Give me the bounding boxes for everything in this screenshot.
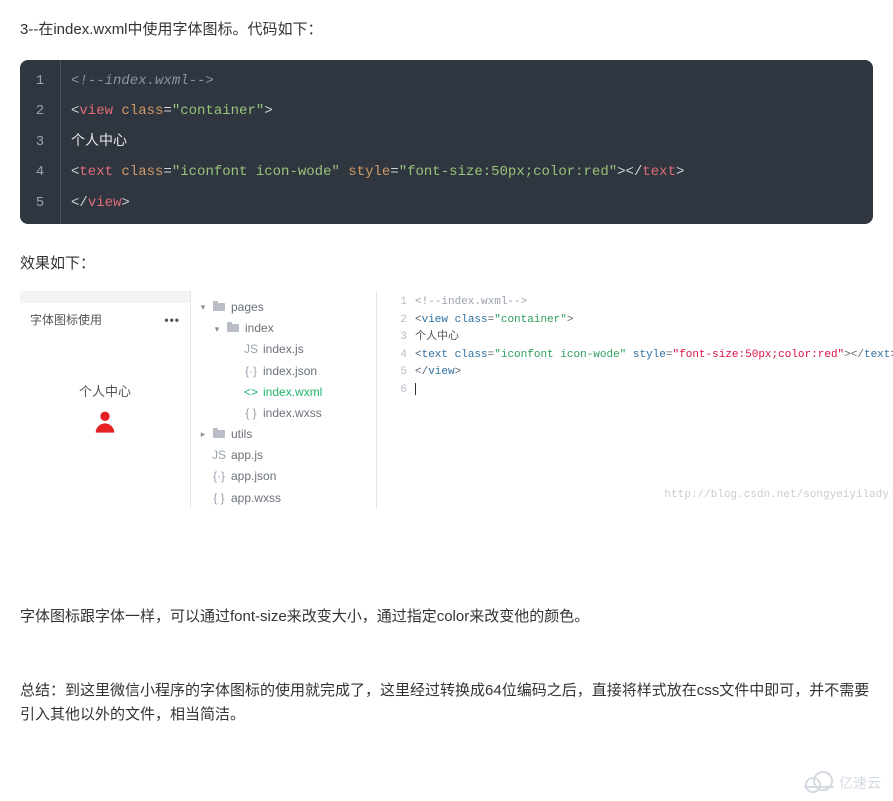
wxml-icon: <> bbox=[244, 383, 258, 402]
wxss-icon: { } bbox=[244, 404, 258, 423]
tree-item-app-json[interactable]: {·} app.json bbox=[191, 466, 376, 487]
editor-line-number: 6 bbox=[377, 382, 415, 400]
editor-line-number: 3 bbox=[377, 329, 415, 347]
caret-down-icon: ▾ bbox=[199, 300, 207, 314]
tree-item-index-wxss[interactable]: { } index.wxss bbox=[191, 403, 376, 424]
tree-item-utils[interactable]: ▸ utils bbox=[191, 424, 376, 445]
tree-item-index-js[interactable]: JS index.js bbox=[191, 339, 376, 360]
watermark-text: http://blog.csdn.net/songyeiyilady bbox=[665, 487, 889, 505]
phone-title: 字体图标使用 bbox=[30, 311, 102, 330]
js-icon: JS bbox=[212, 446, 226, 465]
code-editor-pane: 1<!--index.wxml-->2<view class="containe… bbox=[377, 291, 893, 509]
phone-body: 个人中心 bbox=[20, 336, 190, 435]
tree-item-app-wxss[interactable]: { } app.wxss bbox=[191, 488, 376, 509]
line-number: 1 bbox=[20, 60, 61, 96]
person-icon bbox=[20, 407, 190, 435]
folder-icon bbox=[212, 298, 226, 317]
folder-icon bbox=[226, 319, 240, 338]
line-number: 3 bbox=[20, 127, 61, 157]
tree-item-label: index bbox=[245, 319, 274, 338]
screenshot-container: 字体图标使用 ••• 个人中心 ▾ pages ▾ index JS index.js {·… bbox=[20, 291, 873, 509]
tree-item-label: index.wxml bbox=[263, 383, 322, 402]
folder-icon bbox=[212, 425, 226, 444]
editor-line-number: 2 bbox=[377, 312, 415, 330]
json-icon: {·} bbox=[244, 362, 258, 381]
more-icon[interactable]: ••• bbox=[164, 311, 180, 330]
cursor-icon bbox=[415, 383, 416, 395]
phone-preview-pane: 字体图标使用 ••• 个人中心 bbox=[20, 291, 190, 509]
tree-item-pages[interactable]: ▾ pages bbox=[191, 297, 376, 318]
editor-line[interactable]: <text class="iconfont icon-wode" style="… bbox=[415, 347, 893, 365]
tree-item-label: index.js bbox=[263, 340, 304, 359]
paragraph-1: 字体图标跟字体一样，可以通过font-size来改变大小，通过指定color来改… bbox=[20, 605, 873, 629]
tree-item-label: index.json bbox=[263, 362, 317, 381]
wxss-icon: { } bbox=[212, 489, 226, 508]
phone-frame: 字体图标使用 ••• 个人中心 bbox=[20, 303, 190, 509]
line-number: 5 bbox=[20, 188, 61, 224]
editor-line-number: 4 bbox=[377, 347, 415, 365]
line-number: 4 bbox=[20, 157, 61, 187]
tree-item-label: app.json bbox=[231, 467, 276, 486]
editor-line[interactable]: <!--index.wxml--> bbox=[415, 294, 527, 312]
code-line: <!--index.wxml--> bbox=[61, 60, 224, 96]
editor-line-number: 1 bbox=[377, 294, 415, 312]
editor-line[interactable]: 个人中心 bbox=[415, 329, 459, 347]
tree-item-app-js[interactable]: JS app.js bbox=[191, 445, 376, 466]
intro-text: 3--在index.wxml中使用字体图标。代码如下： bbox=[20, 18, 873, 42]
tree-item-label: utils bbox=[231, 425, 252, 444]
line-number: 2 bbox=[20, 96, 61, 126]
phone-header: 字体图标使用 ••• bbox=[20, 303, 190, 336]
code-line: <view class="container"> bbox=[61, 96, 283, 126]
summary-paragraph: 总结：到这里微信小程序的字体图标的使用就完成了，这里经过转换成64位编码之后，直… bbox=[20, 679, 873, 727]
file-tree-pane: ▾ pages ▾ index JS index.js {·} index.json <> ind… bbox=[190, 291, 377, 509]
tree-item-index[interactable]: ▾ index bbox=[191, 318, 376, 339]
code-line: 个人中心 bbox=[61, 127, 137, 157]
tree-item-index-json[interactable]: {·} index.json bbox=[191, 361, 376, 382]
js-icon: JS bbox=[244, 340, 258, 359]
editor-line[interactable]: <view class="container"> bbox=[415, 312, 573, 330]
tree-item-label: app.wxss bbox=[231, 489, 281, 508]
code-line: <text class="iconfont icon-wode" style="… bbox=[61, 157, 694, 187]
result-label: 效果如下： bbox=[20, 252, 873, 276]
editor-line-number: 5 bbox=[377, 364, 415, 382]
article: 3--在index.wxml中使用字体图标。代码如下： 1<!--index.w… bbox=[0, 0, 893, 782]
code-line: </view> bbox=[61, 188, 140, 224]
json-icon: {·} bbox=[212, 467, 226, 486]
tree-item-label: index.wxss bbox=[263, 404, 322, 423]
code-block: 1<!--index.wxml-->2<view class="containe… bbox=[20, 60, 873, 224]
tree-item-label: app.js bbox=[231, 446, 263, 465]
caret-right-icon: ▸ bbox=[199, 427, 207, 441]
tree-item-label: pages bbox=[231, 298, 264, 317]
phone-center-text: 个人中心 bbox=[20, 382, 190, 403]
editor-line[interactable]: </view> bbox=[415, 364, 461, 382]
editor-line[interactable] bbox=[415, 382, 416, 400]
tree-item-index-wxml[interactable]: <> index.wxml bbox=[191, 382, 376, 403]
caret-down-icon: ▾ bbox=[213, 322, 221, 336]
